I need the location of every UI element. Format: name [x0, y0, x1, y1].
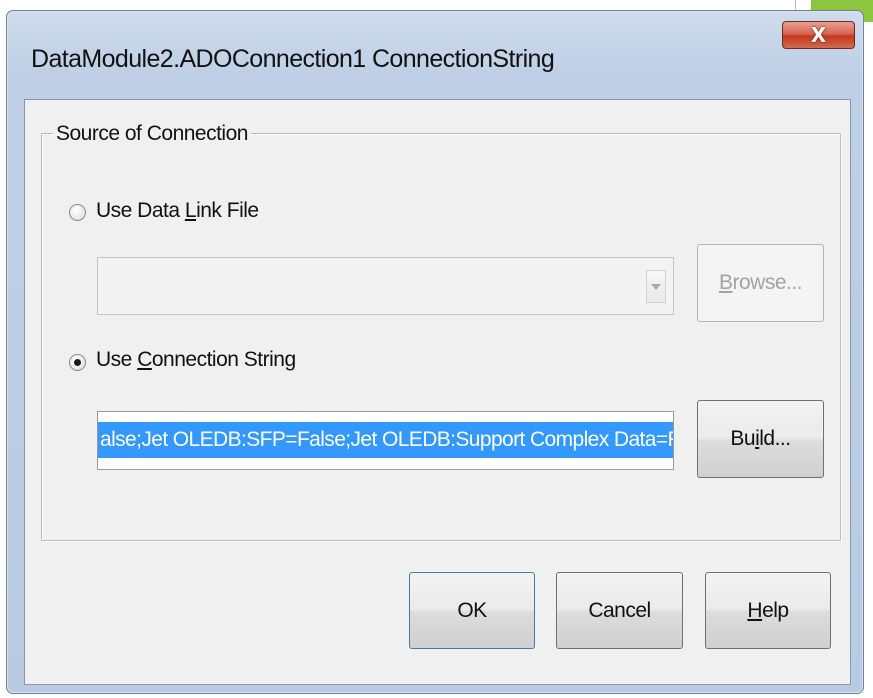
dialog-client-area: Source of Connection Use Data Link File … [24, 99, 851, 685]
browse-button[interactable]: Browse... [697, 244, 824, 322]
radio-use-connection-string-label[interactable]: Use Connection String [96, 348, 296, 372]
dialog-title: DataModule2.ADOConnection1 ConnectionStr… [31, 45, 555, 73]
help-button[interactable]: Help [705, 572, 831, 649]
combo-dropdown-button[interactable] [646, 270, 666, 303]
chevron-down-icon [651, 283, 661, 290]
build-button[interactable]: Bu i ld... [697, 400, 824, 478]
cancel-button[interactable]: Cancel [556, 572, 683, 649]
radio-use-data-link-file-label[interactable]: Use Data Link File [96, 199, 259, 223]
screenshot-stage: DataModule2.ADOConnection1 ConnectionStr… [0, 0, 873, 698]
connection-string-dialog: DataModule2.ADOConnection1 ConnectionStr… [6, 10, 864, 694]
radio-use-connection-string[interactable] [69, 354, 86, 371]
ok-button[interactable]: OK [409, 572, 535, 649]
dialog-title-bar[interactable]: DataModule2.ADOConnection1 ConnectionStr… [7, 11, 863, 99]
source-of-connection-legend: Source of Connection [53, 122, 251, 146]
data-link-file-combo[interactable] [97, 257, 674, 315]
radio-use-data-link-file[interactable] [69, 204, 86, 221]
close-x-icon: X [810, 23, 827, 47]
connection-string-selected-text[interactable]: alse;Jet OLEDB:SFP=False;Jet OLEDB:Suppo… [98, 422, 673, 458]
source-of-connection-group [41, 133, 841, 541]
connection-string-input[interactable]: alse;Jet OLEDB:SFP=False;Jet OLEDB:Suppo… [97, 411, 674, 470]
radio-selected-dot [74, 359, 81, 366]
close-button[interactable]: X [782, 21, 855, 49]
